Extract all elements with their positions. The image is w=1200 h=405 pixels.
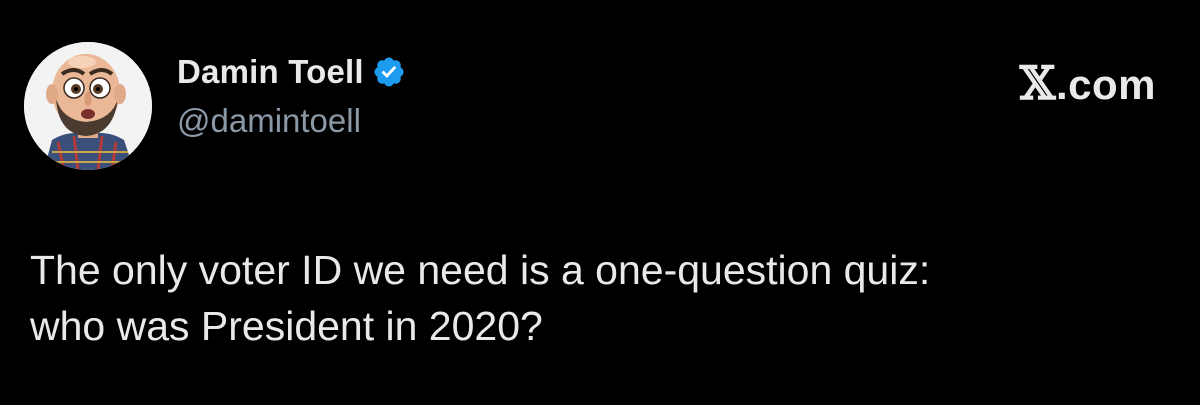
author-display-name[interactable]: Damin Toell [177,53,364,91]
x-logo-icon: 𝕏 [1019,56,1056,110]
caricature-avatar-icon [24,42,152,170]
tweet-text-line-1: The only voter ID we need is a one-quest… [30,247,931,293]
author-handle[interactable]: @damintoell [177,102,406,140]
x-com-watermark: 𝕏.com [1020,56,1156,110]
author-avatar[interactable] [24,42,152,170]
verified-badge-icon [374,57,404,87]
tweet-card: Damin Toell @damintoell 𝕏.com The only v… [0,0,1200,405]
source-domain: .com [1055,61,1156,108]
tweet-text: The only voter ID we need is a one-quest… [30,242,1170,354]
author-name-row: Damin Toell [177,52,406,92]
tweet-text-line-2: who was President in 2020? [30,303,543,349]
author-info: Damin Toell @damintoell [177,52,406,140]
